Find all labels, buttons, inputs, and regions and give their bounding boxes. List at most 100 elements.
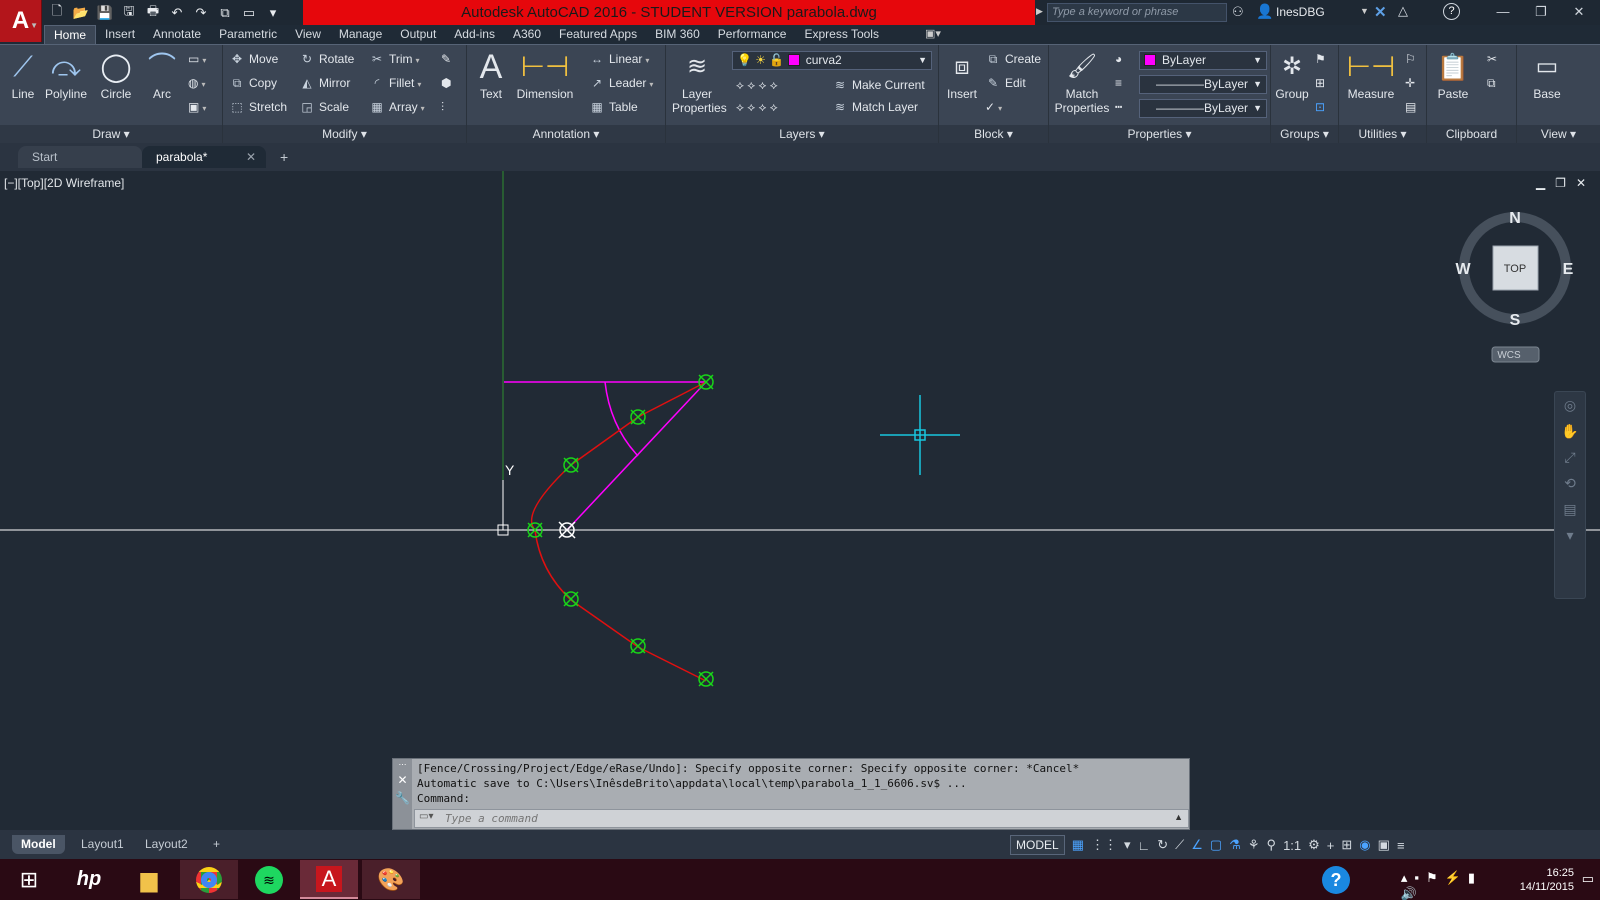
plot-icon[interactable]: 🖶 <box>142 3 164 23</box>
lineweight-dropdown[interactable]: ————ByLayer ▼ <box>1139 99 1267 118</box>
maximize-button[interactable]: ❐ <box>1522 0 1560 25</box>
autoscale-icon[interactable]: ⚘ <box>1248 837 1260 853</box>
copy-button[interactable]: ⧉ Copy <box>229 73 277 93</box>
customize-qat-icon[interactable]: ▾ <box>262 3 284 23</box>
model-space-toggle[interactable]: MODEL <box>1010 835 1065 855</box>
groups-panel-title[interactable]: Groups ▾ <box>1271 125 1338 144</box>
line-button[interactable]: ⟋ Line <box>6 49 40 101</box>
ribbon-options-icon[interactable]: ▣▾ <box>925 27 941 40</box>
node-marker[interactable] <box>563 591 579 607</box>
redo-icon[interactable]: ↷ <box>190 3 212 23</box>
ortho-icon[interactable]: ∟ <box>1138 838 1151 853</box>
object-snap-icon[interactable]: ▢ <box>1210 837 1222 853</box>
layer-properties-button[interactable]: ≋ Layer Properties <box>672 49 727 115</box>
compass-south[interactable]: S <box>1510 312 1521 329</box>
grip-icon[interactable]: ⋯ <box>393 759 412 771</box>
command-prompt-icon[interactable]: ▭▾ <box>419 811 433 822</box>
move-button[interactable]: ✥ Move <box>229 49 278 69</box>
binoculars-icon[interactable]: ⚇ <box>1232 4 1244 20</box>
group-button[interactable]: ✲ Group <box>1273 49 1311 101</box>
spotify-button[interactable]: ≋ <box>240 860 298 899</box>
table-button[interactable]: ▦ Table <box>589 97 637 117</box>
color-wheel-icon[interactable]: ◕ <box>1115 49 1122 69</box>
match-properties-button[interactable]: 🖌 Match Properties <box>1053 49 1111 115</box>
offset-icon[interactable]: ⫶ <box>441 97 444 117</box>
measure-button[interactable]: ⊢⊣ Measure <box>1343 49 1399 101</box>
explode-icon[interactable]: ⬢ <box>441 73 451 93</box>
clean-screen-icon[interactable]: ▣ <box>1378 837 1390 853</box>
create-block-button[interactable]: ⧉ Create <box>985 49 1041 69</box>
hardware-acceleration-icon[interactable]: ◉ <box>1359 837 1370 853</box>
mirror-button[interactable]: ◭ Mirror <box>299 73 350 93</box>
tab-home[interactable]: Home <box>44 25 97 44</box>
quick-select-icon[interactable]: ⚐ <box>1405 49 1416 69</box>
pan-icon[interactable]: ✋ <box>1555 418 1585 444</box>
tab-output[interactable]: Output <box>391 25 445 44</box>
new-tab-icon[interactable]: + <box>280 149 288 165</box>
tab-start[interactable]: Start <box>18 146 142 168</box>
text-button[interactable]: A Text <box>475 49 507 101</box>
file-explorer-button[interactable]: ▆ <box>120 860 178 899</box>
view-panel-title[interactable]: View ▾ <box>1517 125 1600 144</box>
annotation-scale-value[interactable]: 1:1 <box>1283 838 1301 853</box>
focal-line[interactable] <box>566 381 707 531</box>
compass-east[interactable]: E <box>1563 261 1574 278</box>
linear-button[interactable]: ↔ Linear ▾ <box>589 49 649 69</box>
array-button[interactable]: ▦ Array ▾ <box>369 97 424 117</box>
match-layer-button[interactable]: ≋ Match Layer <box>832 97 918 117</box>
new-layout-icon[interactable]: + <box>204 835 229 854</box>
snap-dropdown-icon[interactable]: ▾ <box>1124 837 1131 853</box>
plus-icon[interactable]: + <box>1327 838 1335 853</box>
group-edit-icon[interactable]: ⊞ <box>1315 73 1325 93</box>
modify-panel-title[interactable]: Modify ▾ <box>223 125 466 144</box>
layout-tab-layout1[interactable]: Layout1 <box>72 835 133 854</box>
base-view-button[interactable]: ▭ Base <box>1527 49 1567 101</box>
dimension-button[interactable]: ⊢⊣ Dimension <box>513 49 577 101</box>
tray-icons[interactable]: ▴▪⚑⚡▮🔊 <box>1401 870 1482 900</box>
layer-dropdown[interactable]: 💡 ☀ 🔓 curva2 ▼ <box>732 51 932 70</box>
erase-icon[interactable]: ✎ <box>441 49 451 69</box>
drawing-area[interactable]: [−][Top][2D Wireframe] ▁ ❐ ✕ Y TOP N S E… <box>0 171 1600 843</box>
isodraft-icon[interactable]: ⟋ <box>1175 837 1184 853</box>
linetype-dropdown[interactable]: ————ByLayer ▼ <box>1139 75 1267 94</box>
rotate-button[interactable]: ↻ Rotate <box>299 49 354 69</box>
workspace-gear-icon[interactable]: ⚙ <box>1308 837 1320 853</box>
annotation-scale-icon[interactable]: ⚲ <box>1267 837 1277 853</box>
exchange-apps-icon[interactable]: ✕ <box>1374 3 1387 21</box>
arc-button[interactable]: ⌒ Arc <box>144 49 180 101</box>
command-history-expand-icon[interactable]: ▲ <box>1174 812 1183 822</box>
showmotion-icon[interactable]: ▤ <box>1555 496 1585 522</box>
node-marker[interactable] <box>630 409 646 425</box>
layout-tab-model[interactable]: Model <box>12 835 65 854</box>
help-icon[interactable]: ? <box>1443 3 1460 20</box>
compass-north[interactable]: N <box>1509 210 1521 227</box>
chrome-button[interactable] <box>180 860 238 899</box>
layout-tab-layout2[interactable]: Layout2 <box>136 835 197 854</box>
draw-panel-title[interactable]: Draw ▾ <box>0 125 222 144</box>
close-button[interactable]: ✕ <box>1560 0 1598 25</box>
block-panel-title[interactable]: Block ▾ <box>939 125 1048 144</box>
lineweight-icon[interactable]: ≡ <box>1115 73 1122 93</box>
calculator-icon[interactable]: ▤ <box>1405 97 1416 117</box>
help-tray-icon[interactable]: ? <box>1322 866 1350 894</box>
command-window-handle[interactable]: ⋯ ✕ 🔧 <box>393 759 412 829</box>
command-input[interactable] <box>445 811 1145 826</box>
system-clock[interactable]: 16:25 14/11/2015 <box>1520 866 1574 894</box>
properties-panel-title[interactable]: Properties ▾ <box>1049 125 1270 144</box>
polyline-button[interactable]: ⤼ Polyline <box>42 49 90 101</box>
ungroup-icon[interactable]: ⚑ <box>1315 49 1326 69</box>
id-point-icon[interactable]: ✛ <box>1405 73 1415 93</box>
compass-west[interactable]: W <box>1455 261 1471 278</box>
workspace-icon[interactable]: ▭ <box>238 3 260 23</box>
edit-block-button[interactable]: ✎ Edit <box>985 73 1026 93</box>
minimize-button[interactable]: — <box>1484 0 1522 25</box>
group-select-icon[interactable]: ⊡ <box>1315 97 1325 117</box>
color-dropdown[interactable]: ByLayer ▼ <box>1139 51 1267 70</box>
node-marker[interactable] <box>563 457 579 473</box>
fillet-button[interactable]: ◜ Fillet ▾ <box>369 73 422 93</box>
tab-add-ins[interactable]: Add-ins <box>445 25 504 44</box>
tab-parabola[interactable]: parabola* ✕ <box>142 146 266 168</box>
annotation-panel-title[interactable]: Annotation ▾ <box>467 125 665 144</box>
customize-status-icon[interactable]: ≡ <box>1397 838 1405 853</box>
search-expand-icon[interactable]: ▶ <box>1036 6 1043 17</box>
